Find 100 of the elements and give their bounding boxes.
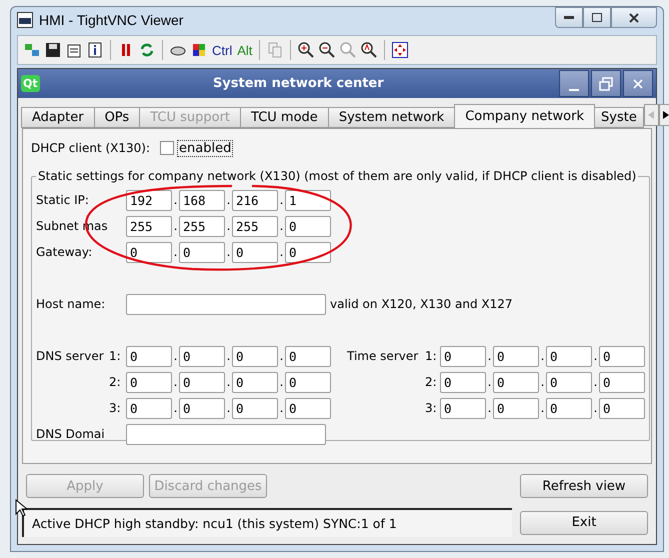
status-bar: Active DHCP high standby: ncu1 (this system) SYNC:1 of 1 — [22, 508, 512, 537]
maximize-button[interactable] — [583, 7, 611, 28]
octet-field[interactable]: 255 — [232, 216, 278, 236]
row-index: 3: — [425, 401, 438, 415]
dot-separator: . — [172, 219, 178, 233]
dot-separator: . — [592, 375, 598, 389]
octet-field[interactable]: 0 — [232, 346, 278, 366]
transfer-icon[interactable] — [24, 42, 40, 58]
dot-separator: . — [172, 245, 178, 259]
dot-separator: . — [486, 349, 492, 363]
tab[interactable]: OPs — [94, 107, 140, 128]
octet-field[interactable]: 0 — [285, 346, 331, 366]
tab[interactable]: Company network — [454, 104, 595, 128]
octet-field[interactable]: 0 — [493, 398, 539, 418]
octet-field[interactable]: 0 — [599, 372, 645, 392]
octet-field[interactable]: 168 — [179, 190, 225, 210]
tab[interactable]: TCU mode — [240, 107, 329, 128]
tab[interactable]: Syste — [594, 107, 644, 128]
host-name-note: valid on X120, X130 and X127 — [330, 297, 513, 311]
refresh-icon[interactable] — [139, 42, 155, 58]
exit-button[interactable]: Exit — [520, 510, 648, 534]
octet-field[interactable]: 0 — [546, 398, 592, 418]
checkbox-label[interactable]: enabled — [177, 140, 234, 156]
octet-field[interactable]: 0 — [232, 242, 278, 262]
fullscreen-icon[interactable] — [392, 42, 408, 58]
octet-field[interactable]: 0 — [440, 346, 486, 366]
field-label: Static IP: — [36, 193, 90, 207]
octet-field[interactable]: 0 — [285, 242, 331, 262]
octet-field[interactable]: 0 — [285, 216, 331, 236]
octet-field[interactable]: 0 — [546, 346, 592, 366]
dot-separator: . — [592, 401, 598, 415]
window-title: HMI - TightVNC Viewer — [39, 12, 184, 28]
field-label: Host name: — [36, 297, 106, 311]
octet-field[interactable]: 0 — [179, 398, 225, 418]
row-index: 3: — [109, 401, 122, 415]
minimize-button[interactable] — [559, 70, 589, 97]
mouse-pointer-icon — [15, 499, 27, 517]
ctrl-key-button[interactable]: Ctrl — [212, 42, 232, 58]
dot-separator: . — [278, 245, 284, 259]
zoom-auto-icon[interactable] — [361, 42, 378, 58]
octet-field[interactable]: 0 — [232, 398, 278, 418]
save-icon[interactable] — [45, 42, 61, 58]
tab[interactable]: System network — [328, 107, 456, 128]
maximize-icon — [592, 13, 602, 22]
scroll-right-button[interactable] — [658, 104, 669, 126]
octet-field[interactable]: 255 — [179, 216, 225, 236]
octet-field[interactable]: 0 — [493, 346, 539, 366]
octet-field[interactable]: 192 — [126, 190, 172, 210]
minimize-button[interactable] — [555, 7, 583, 28]
qt-logo: Qt — [21, 75, 40, 92]
field-label: Gateway: — [36, 245, 94, 259]
alt-key-button[interactable]: Alt — [237, 42, 252, 58]
octet-field[interactable]: 255 — [126, 216, 172, 236]
octet-field[interactable]: 0 — [440, 372, 486, 392]
dot-separator: . — [226, 349, 232, 363]
time-server-label: Time server — [347, 349, 420, 363]
octet-field[interactable]: 0 — [546, 372, 592, 392]
group-title: Static settings for company network (X130) (most of them are only valid, if DHCP client is disabled) — [37, 169, 638, 183]
octet-field[interactable]: 0 — [126, 398, 172, 418]
close-button[interactable] — [623, 70, 653, 97]
checkbox[interactable] — [160, 141, 174, 155]
octet-field[interactable]: 0 — [232, 372, 278, 392]
tab[interactable]: Adapter — [21, 107, 95, 128]
action-button[interactable]: Refresh view — [520, 474, 648, 498]
row-index: 2: — [425, 375, 438, 389]
dialog-title: System network center — [212, 76, 385, 91]
restore-icon — [599, 76, 613, 90]
restore-button[interactable] — [591, 70, 621, 97]
row-index: 1: — [109, 349, 122, 363]
info-icon[interactable] — [87, 42, 103, 58]
close-button[interactable] — [611, 7, 657, 28]
octet-field[interactable]: 0 — [179, 346, 225, 366]
octet-field[interactable]: 1 — [285, 190, 331, 210]
row-index: 2: — [109, 375, 122, 389]
octet-field[interactable]: 0 — [599, 346, 645, 366]
octet-field[interactable]: 0 — [285, 372, 331, 392]
zoom-in-icon[interactable] — [298, 42, 314, 58]
octet-field[interactable]: 0 — [126, 242, 172, 262]
minimize-icon — [564, 16, 574, 20]
octet-field[interactable]: 0 — [179, 242, 225, 262]
dot-separator: . — [540, 401, 546, 415]
dot-separator: . — [592, 349, 598, 363]
host-name-field[interactable] — [126, 294, 326, 314]
octet-field[interactable]: 0 — [440, 398, 486, 418]
octet-field[interactable]: 0 — [126, 346, 172, 366]
octet-field[interactable]: 0 — [493, 372, 539, 392]
dot-separator: . — [278, 375, 284, 389]
flag-icon[interactable] — [191, 42, 207, 58]
dot-separator: . — [172, 401, 178, 415]
dot-separator: . — [278, 193, 284, 207]
octet-field[interactable]: 0 — [285, 398, 331, 418]
dns-domain-field[interactable] — [126, 424, 326, 444]
octet-field[interactable]: 216 — [232, 190, 278, 210]
dot-separator: . — [226, 193, 232, 207]
zoom-out-icon[interactable] — [319, 42, 336, 58]
dot-separator: . — [278, 401, 284, 415]
octet-field[interactable]: 0 — [126, 372, 172, 392]
octet-field[interactable]: 0 — [599, 398, 645, 418]
octet-field[interactable]: 0 — [179, 372, 225, 392]
row-index: 1: — [425, 349, 438, 363]
